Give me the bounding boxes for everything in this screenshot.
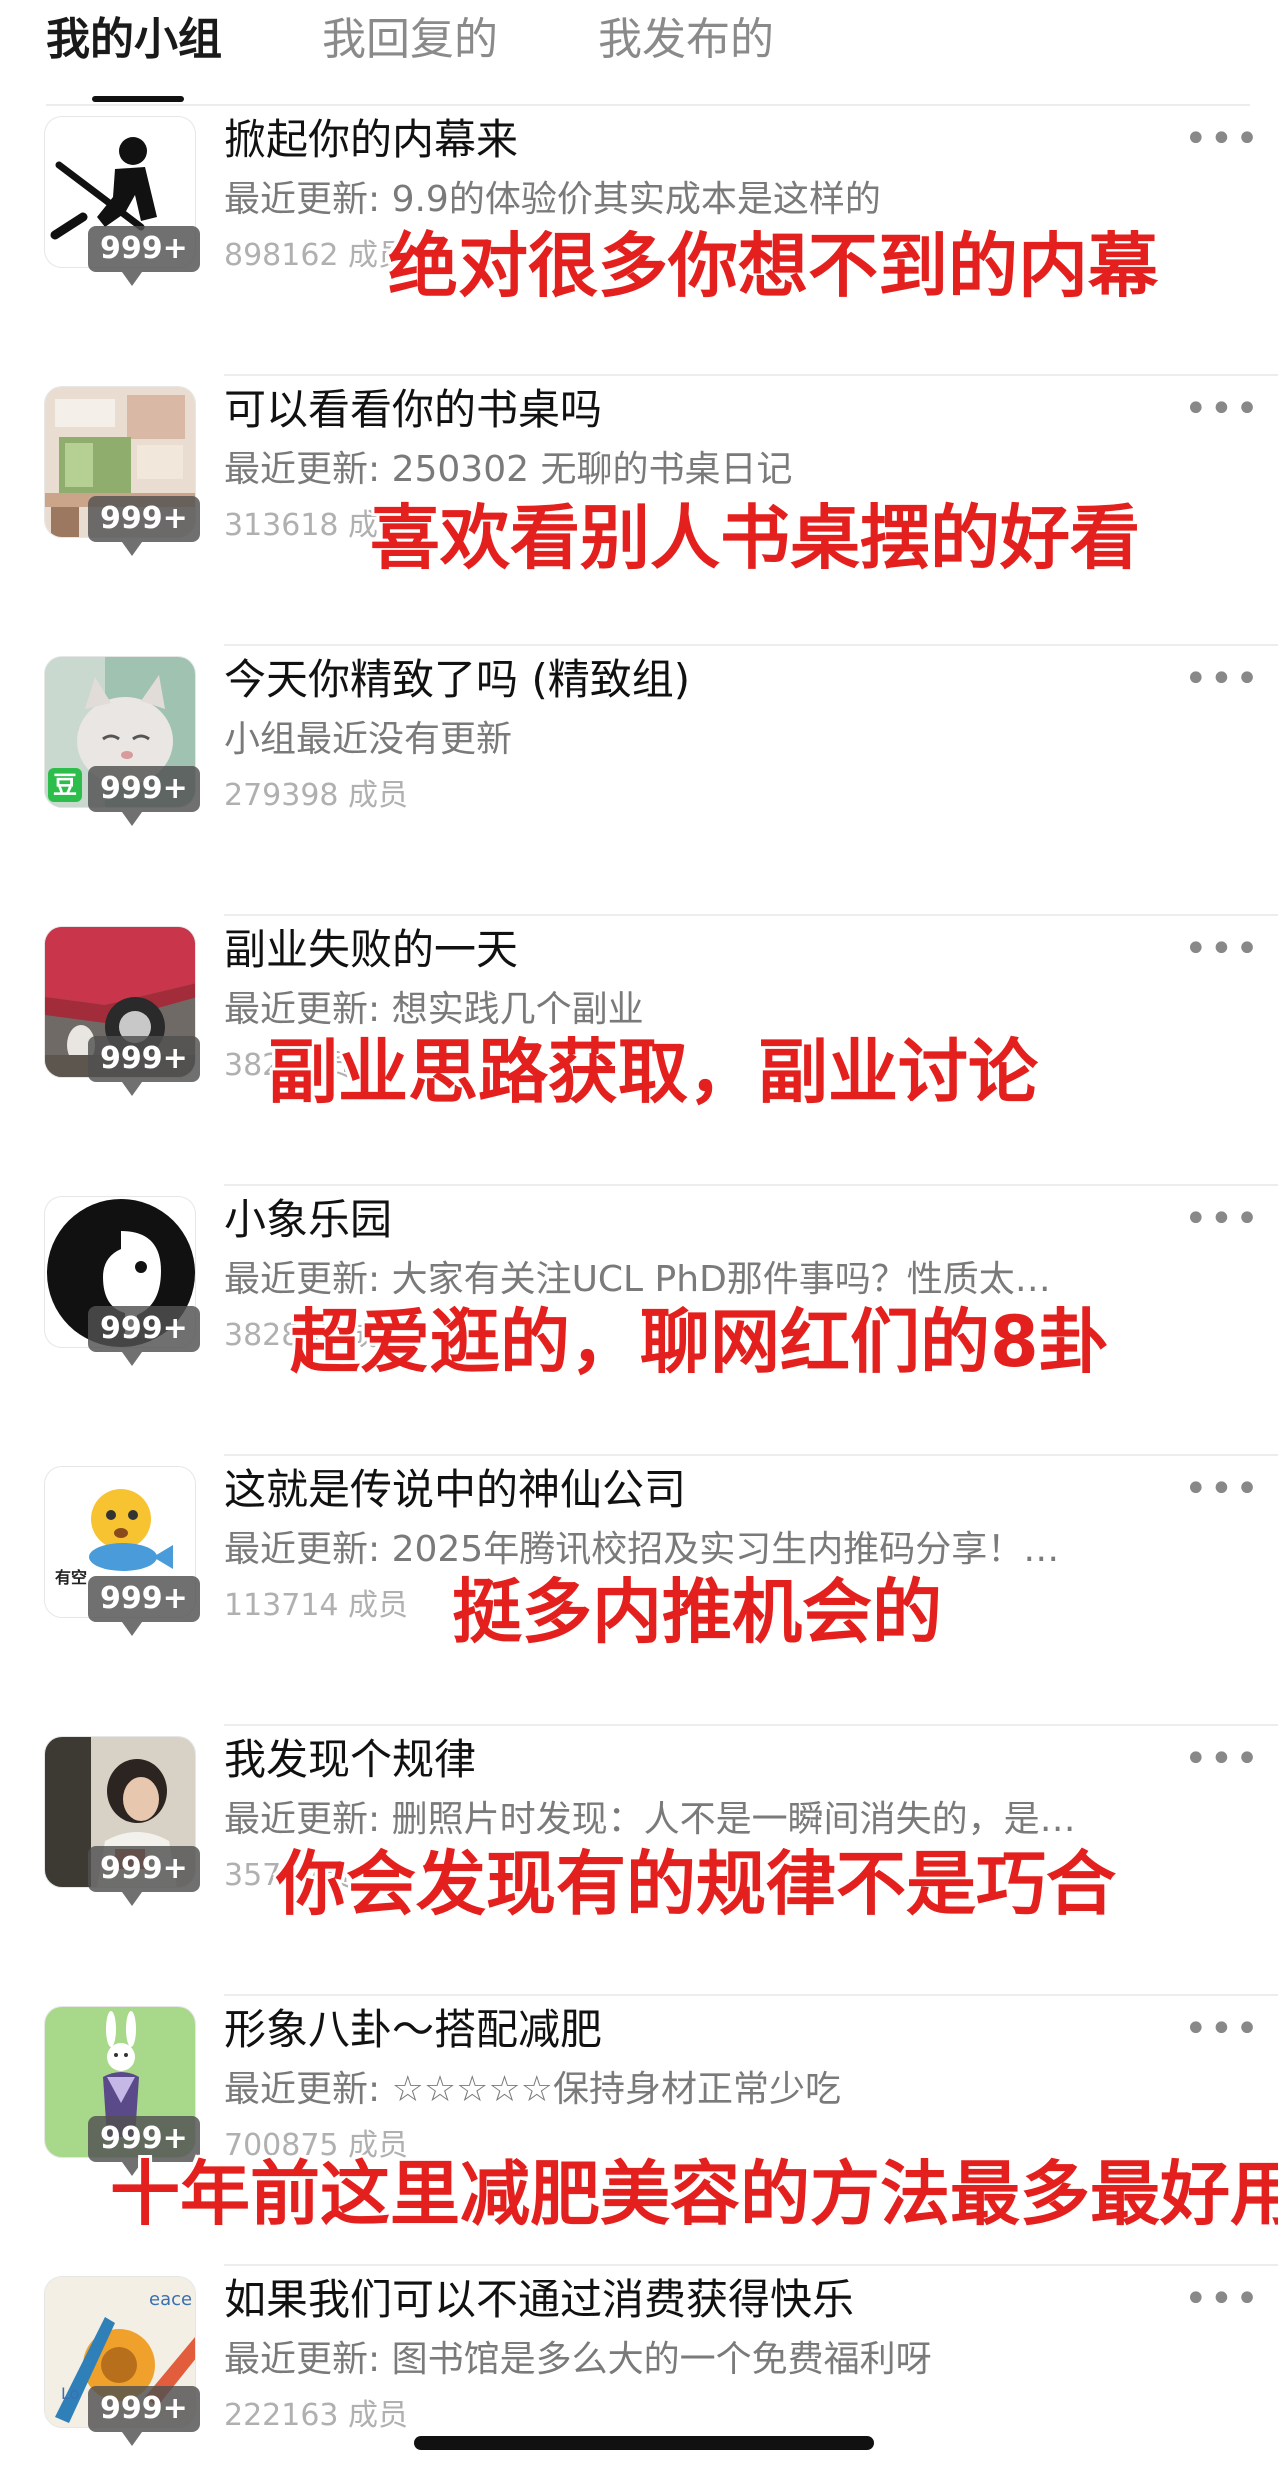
svg-text:有空: 有空 <box>55 1568 87 1587</box>
group-list-item[interactable]: 999+ 可以看看你的书桌吗 最近更新: 250302 无聊的书桌日记 3136… <box>0 376 1278 646</box>
more-options-button[interactable]: ••• <box>1184 1199 1259 1244</box>
member-count-badge: 999+ <box>88 1846 200 1906</box>
group-member-count: 222163 成员 <box>224 2398 409 2433</box>
group-latest-update: 最近更新: ☆☆☆☆☆保持身材正常少吃 <box>224 2069 841 2110</box>
group-list-item[interactable]: 999+ 小象乐园 最近更新: 大家有关注UCL PhD那件事吗？性质太… 38… <box>0 1186 1278 1456</box>
tab-my-groups[interactable]: 我的小组 <box>46 12 222 68</box>
group-list-item[interactable]: 999+ 形象八卦～搭配减肥 最近更新: ☆☆☆☆☆保持身材正常少吃 70087… <box>0 1996 1278 2266</box>
more-options-button[interactable]: ••• <box>1184 389 1259 434</box>
more-options-button[interactable]: ••• <box>1184 1469 1259 1514</box>
overlay-caption: 喜欢看别人书桌摆的好看 <box>370 497 1140 579</box>
overlay-caption: 十年前这里减肥美容的方法最多最好用 <box>110 2153 1278 2235</box>
tab-bar: 我的小组 我回复的 我发布的 <box>0 0 1278 106</box>
tab-my-replies[interactable]: 我回复的 <box>322 12 498 68</box>
group-list: 999+ 掀起你的内幕来 最近更新: 9.9的体验价其实成本是这样的 89816… <box>0 106 1278 2475</box>
group-name: 可以看看你的书桌吗 <box>224 385 603 434</box>
group-name: 今天你精致了吗 (精致组) <box>224 655 691 704</box>
group-latest-update: 最近更新: 9.9的体验价其实成本是这样的 <box>224 179 881 220</box>
group-latest-update: 最近更新: 250302 无聊的书桌日记 <box>224 449 793 490</box>
group-latest-update: 最近更新: 删照片时发现：人不是一瞬间消失的，是… <box>224 1799 1076 1840</box>
member-count-badge: 999+ <box>88 496 200 556</box>
member-count-badge: 999+ <box>88 226 200 286</box>
member-count-badge: 999+ <box>88 766 200 826</box>
group-list-item[interactable]: 有空 999+ 这就是传说中的神仙公司 最近更新: 2025年腾讯校招及实习生内… <box>0 1456 1278 1726</box>
group-list-item[interactable]: 999+ 掀起你的内幕来 最近更新: 9.9的体验价其实成本是这样的 89816… <box>0 106 1278 376</box>
group-name: 形象八卦～搭配减肥 <box>224 2005 603 2054</box>
group-latest-update: 小组最近没有更新 <box>224 719 513 760</box>
member-count-badge: 999+ <box>88 1036 200 1096</box>
overlay-caption: 挺多内推机会的 <box>452 1571 942 1653</box>
more-options-button[interactable]: ••• <box>1184 929 1259 974</box>
douban-badge: 豆 <box>48 768 82 802</box>
group-list-item[interactable]: 999+ 副业失败的一天 最近更新: 想实践几个副业 382 成员 ••• 副业… <box>0 916 1278 1186</box>
home-indicator[interactable] <box>414 2436 874 2450</box>
group-latest-update: 最近更新: 图书馆是多么大的一个免费福利呀 <box>224 2339 932 2380</box>
more-options-button[interactable]: ••• <box>1184 1739 1259 1784</box>
group-member-count: 113714 成员 <box>224 1588 409 1623</box>
group-latest-update: 最近更新: 想实践几个副业 <box>224 989 644 1030</box>
more-options-button[interactable]: ••• <box>1184 2009 1259 2054</box>
active-tab-indicator <box>92 96 184 102</box>
member-count-badge: 999+ <box>88 2386 200 2446</box>
group-name: 副业失败的一天 <box>224 925 519 974</box>
more-options-button[interactable]: ••• <box>1184 119 1259 164</box>
overlay-caption: 超爱逛的，聊网红们的8卦 <box>290 1301 1109 1383</box>
member-count-badge: 999+ <box>88 1576 200 1636</box>
group-list-item[interactable]: 豆 999+ 今天你精致了吗 (精致组) 小组最近没有更新 279398 成员 … <box>0 646 1278 916</box>
svg-text:Lo: Lo <box>61 2384 79 2403</box>
member-count-badge: 999+ <box>88 1306 200 1366</box>
svg-text:eace: eace <box>149 2289 192 2310</box>
overlay-caption: 绝对很多你想不到的内幕 <box>388 225 1158 307</box>
group-latest-update: 最近更新: 大家有关注UCL PhD那件事吗？性质太… <box>224 1259 1051 1300</box>
group-latest-update: 最近更新: 2025年腾讯校招及实习生内推码分享！… <box>224 1529 1060 1570</box>
overlay-caption: 副业思路获取，副业讨论 <box>268 1031 1038 1113</box>
overlay-caption: 你会发现有的规律不是巧合 <box>276 1843 1116 1925</box>
more-options-button[interactable]: ••• <box>1184 2279 1259 2324</box>
group-name: 我发现个规律 <box>224 1735 477 1784</box>
group-name: 这就是传说中的神仙公司 <box>224 1465 687 1514</box>
group-member-count: 279398 成员 <box>224 778 409 813</box>
tab-my-posts[interactable]: 我发布的 <box>598 12 774 68</box>
group-name: 小象乐园 <box>224 1195 393 1244</box>
group-name: 掀起你的内幕来 <box>224 115 519 164</box>
group-list-item[interactable]: 999+ 我发现个规律 最近更新: 删照片时发现：人不是一瞬间消失的，是… 35… <box>0 1726 1278 1996</box>
groups-page: 我的小组 我回复的 我发布的 999+ 掀起你的内幕来 最近更新: 9.9的体验… <box>0 0 1278 2475</box>
group-member-count: 898162 成员 <box>224 238 409 273</box>
group-name: 如果我们可以不通过消费获得快乐 <box>224 2275 855 2324</box>
more-options-button[interactable]: ••• <box>1184 659 1259 704</box>
